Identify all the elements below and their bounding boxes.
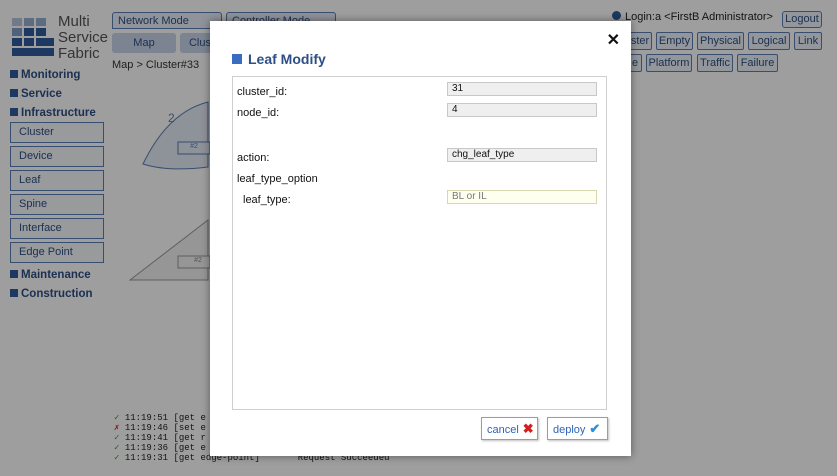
leaf-type-input[interactable]: BL or IL: [447, 190, 597, 204]
title-square-icon: [232, 54, 242, 64]
cluster-id-field: 31: [447, 82, 597, 96]
form-panel: cluster_id: 31 node_id: 4 action: chg_le…: [232, 76, 607, 410]
leaf-type-option-label: leaf_type_option: [237, 173, 318, 185]
cancel-x-icon: ✖: [522, 421, 534, 436]
leaf-modify-dialog: ✕ Leaf Modify cluster_id: 31 node_id: 4 …: [210, 21, 631, 456]
action-label: action:: [237, 152, 270, 164]
deploy-button[interactable]: deploy ✔: [547, 417, 608, 440]
leaf-type-label: leaf_type:: [243, 194, 291, 206]
cluster-id-label: cluster_id:: [237, 86, 288, 98]
node-id-label: node_id:: [237, 107, 280, 119]
action-field: chg_leaf_type: [447, 148, 597, 162]
close-icon[interactable]: ✕: [607, 30, 620, 50]
dialog-title: Leaf Modify: [232, 51, 326, 67]
cancel-button[interactable]: cancel ✖: [481, 417, 538, 440]
node-id-field: 4: [447, 103, 597, 117]
check-icon: ✔: [589, 421, 601, 436]
